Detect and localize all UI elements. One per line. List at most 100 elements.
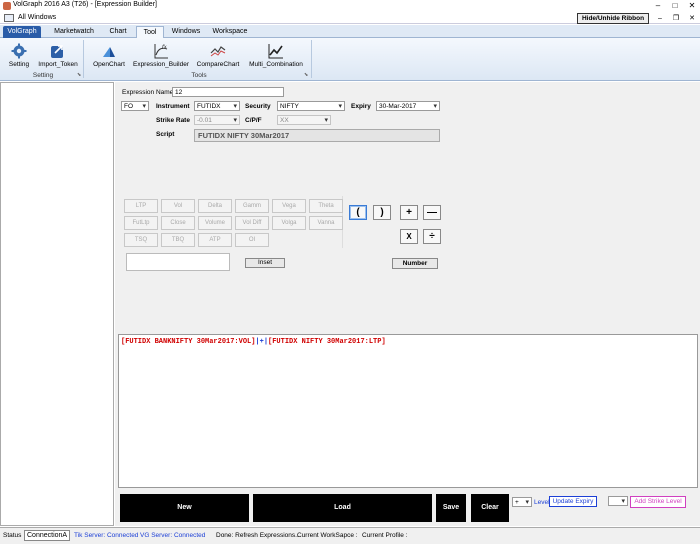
variable-button-volume[interactable]: Volume (198, 216, 232, 230)
expression-builder-label: Expression_Builder (132, 61, 189, 68)
minus-button[interactable]: — (423, 205, 441, 220)
expression-builder-button[interactable]: fx Expression_Builder (132, 43, 190, 68)
compare-chart-icon (210, 46, 226, 57)
expression-operator: |+| (255, 338, 269, 346)
maximize-button[interactable]: □ (667, 0, 683, 11)
segment-dropdown[interactable]: FO (121, 101, 149, 111)
cpf-value: XX (280, 117, 289, 124)
variable-button-gamm[interactable]: Gamm (235, 199, 269, 213)
variable-button-volga[interactable]: Volga (272, 216, 306, 230)
multiply-button[interactable]: X (400, 229, 418, 244)
tab-tool[interactable]: Tool (136, 26, 164, 38)
open-chart-label: OpenChart (93, 61, 125, 68)
variable-button-ltp[interactable]: LTP (124, 199, 158, 213)
import-icon (51, 45, 63, 58)
script-label: Script (156, 131, 175, 138)
variable-button-tbq[interactable]: TBQ (161, 233, 195, 247)
variable-button-vol[interactable]: Vol (161, 199, 195, 213)
number-input[interactable] (126, 253, 230, 271)
current-workspace: Current WorkSapce : (297, 532, 358, 539)
mdi-restore-button[interactable]: ❐ (668, 13, 684, 24)
variable-button-vol-diff[interactable]: Vol Diff (235, 216, 269, 230)
variable-button-vega[interactable]: Vega (272, 199, 306, 213)
app-icon (3, 2, 11, 10)
connection-tab[interactable]: ConnectionA (24, 530, 71, 541)
multi-combination-button[interactable]: Multi_Combination (246, 43, 306, 68)
expression-name-field[interactable]: 12 (172, 87, 284, 97)
strike-rate-label: Strike Rate (156, 117, 190, 124)
load-button[interactable]: Load (253, 494, 432, 522)
tab-chart[interactable]: Chart (103, 26, 133, 38)
tab-volgraph[interactable]: VolGraph (3, 26, 41, 38)
clear-button[interactable]: Clear (471, 494, 509, 522)
setting-button-label: Setting (8, 61, 30, 68)
new-button[interactable]: New (120, 494, 249, 522)
current-profile: Current Profile : (362, 532, 408, 539)
chart-icon (103, 47, 115, 57)
setting-button[interactable]: Setting (4, 43, 34, 68)
tab-workspace[interactable]: Workspace (209, 26, 251, 38)
script-field: FUTIDX NIFTY 30Mar2017 (194, 129, 440, 142)
vg-server-status: VG Server: Connected (140, 532, 206, 539)
level-dropdown[interactable] (608, 496, 628, 506)
done-message: Done: Refresh Expressions.. (216, 532, 299, 539)
strike-rate-value: -0.01 (197, 117, 212, 124)
security-value: NIFTY (280, 103, 299, 110)
level-label: Level (534, 499, 550, 506)
segment-value: FO (124, 103, 134, 110)
expiry-dropdown[interactable]: 30-Mar-2017 (376, 101, 440, 111)
tik-server-status: Tik Server: Connected (74, 532, 139, 539)
tools-dialog-launcher-icon[interactable]: ⬊ (304, 72, 308, 78)
hide-ribbon-button[interactable]: Hide/Unhide Ribbon (577, 13, 649, 24)
tab-marketwatch[interactable]: Marketwatch (50, 26, 98, 38)
left-panel[interactable] (0, 82, 114, 526)
close-paren-button[interactable]: ) (373, 205, 391, 220)
mdi-minimize-button[interactable]: – (652, 13, 668, 24)
dialog-launcher-icon[interactable]: ⬊ (77, 72, 81, 78)
variable-button-tsq[interactable]: TSQ (124, 233, 158, 247)
setting-group-label: Setting (32, 72, 54, 79)
tab-windows[interactable]: Windows (168, 26, 204, 38)
operator-select[interactable]: + (512, 497, 532, 507)
windows-icon[interactable] (4, 14, 14, 22)
instrument-dropdown[interactable]: FUTIDX (194, 101, 240, 111)
expression-textarea[interactable]: [FUTIDX BANKNIFTY 30Mar2017:VOL]|+|[FUTI… (118, 334, 698, 488)
add-strike-level-button[interactable]: Add Strike Level (630, 496, 686, 508)
save-button[interactable]: Save (436, 494, 466, 522)
number-button[interactable]: Number (392, 258, 438, 269)
title-bar: VolGraph 2016 A3 (T26) - [Expression Bui… (0, 0, 700, 12)
status-bar: Status ConnectionA Tik Server: Connected… (0, 527, 700, 544)
open-paren-button[interactable]: ( (349, 205, 367, 220)
variable-button-close[interactable]: Close (161, 216, 195, 230)
divide-button[interactable]: ÷ (423, 229, 441, 244)
variable-button-atp[interactable]: ATP (198, 233, 232, 247)
variable-button-delta[interactable]: Delta (198, 199, 232, 213)
instrument-value: FUTIDX (197, 103, 221, 110)
strike-rate-dropdown[interactable]: -0.01 (194, 115, 240, 125)
minimize-button[interactable]: – (650, 0, 666, 11)
window-title: VolGraph 2016 A3 (T26) - [Expression Bui… (13, 1, 157, 8)
compare-chart-label: CompareChart (196, 61, 240, 68)
close-button[interactable]: ✕ (684, 0, 700, 11)
import-token-button[interactable]: Import_Token (36, 43, 80, 68)
variable-button-theta[interactable]: Theta (309, 199, 343, 213)
security-label: Security (245, 103, 271, 110)
variable-button-futltp[interactable]: FutLtp (124, 216, 158, 230)
variable-button-oi[interactable]: OI (235, 233, 269, 247)
mdi-close-button[interactable]: ✕ (684, 13, 700, 24)
plus-button[interactable]: + (400, 205, 418, 220)
expression-operand-1: [FUTIDX BANKNIFTY 30Mar2017:VOL] (121, 338, 256, 346)
variable-button-vanna[interactable]: Vanna (309, 216, 343, 230)
update-expiry-button[interactable]: Update Expiry (549, 496, 597, 507)
compare-chart-button[interactable]: CompareChart (194, 43, 242, 68)
expiry-value: 30-Mar-2017 (379, 103, 417, 110)
all-windows-label[interactable]: All Windows (18, 14, 56, 21)
open-chart-button[interactable]: OpenChart (92, 43, 126, 68)
insert-button[interactable]: Inset (245, 258, 285, 268)
gear-icon (11, 43, 27, 59)
cpf-dropdown[interactable]: XX (277, 115, 331, 125)
svg-text:fx: fx (161, 44, 167, 50)
security-dropdown[interactable]: NIFTY (277, 101, 345, 111)
status-label: Status (3, 532, 22, 539)
instrument-label: Instrument (156, 103, 190, 110)
